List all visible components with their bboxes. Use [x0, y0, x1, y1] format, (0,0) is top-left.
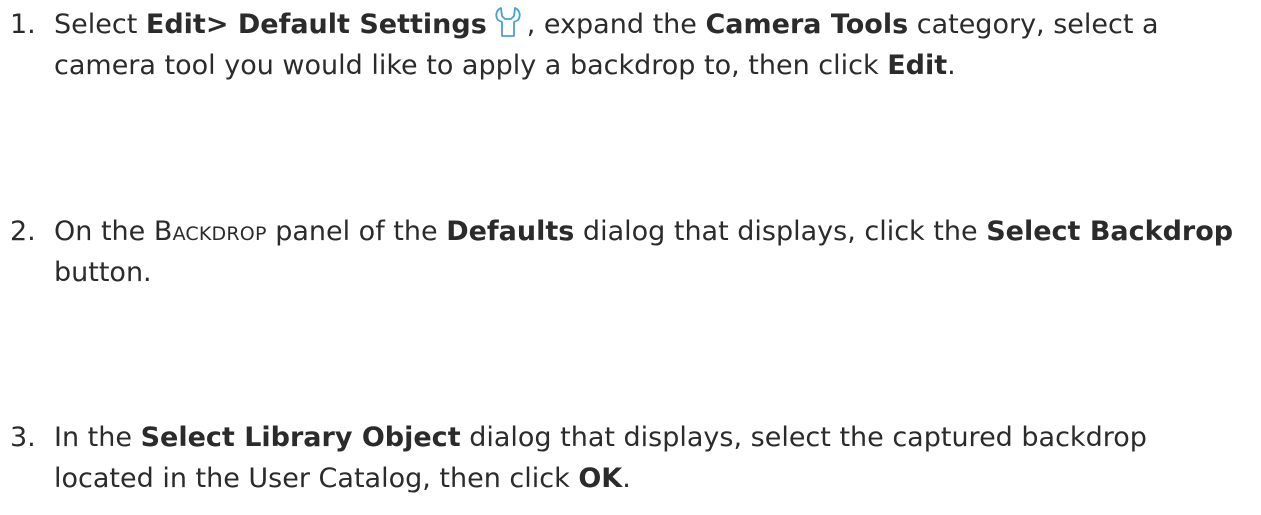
button-name: OK [578, 463, 623, 494]
step-1: 1. Select Edit> Default Settings , expand… [10, 4, 1255, 86]
step-number: 2. [10, 216, 36, 247]
text-segment: . [622, 463, 631, 494]
text-segment: On the [54, 216, 154, 247]
text-segment: panel of the [266, 216, 447, 247]
dialog-name: Select Library Object [140, 422, 461, 453]
dialog-name: Defaults [446, 216, 575, 247]
button-name: Edit [887, 50, 948, 81]
panel-name: Backdrop [153, 216, 267, 247]
step-text: On the Backdrop panel of the Defaults di… [54, 211, 1255, 293]
text-segment: dialog that displays, click the [574, 216, 987, 247]
text-segment: button. [54, 257, 152, 288]
step-number: 3. [10, 422, 36, 453]
text-segment: In the [54, 422, 141, 453]
step-number: 1. [10, 9, 36, 40]
step-3: 3. In the Select Library Object dialog t… [10, 417, 1255, 499]
category-name: Camera Tools [705, 9, 909, 40]
step-text: In the Select Library Object dialog that… [54, 417, 1255, 499]
text-segment: , expand the [526, 9, 706, 40]
text-segment: . [947, 50, 956, 81]
step-2: 2. On the Backdrop panel of the Defaults… [10, 211, 1255, 293]
wrench-settings-icon [491, 5, 525, 39]
step-text: Select Edit> Default Settings , expand th… [54, 4, 1255, 86]
text-segment: Select [54, 9, 146, 40]
button-name: Select Backdrop [986, 216, 1234, 247]
menu-path: Edit> Default Settings [145, 9, 487, 40]
